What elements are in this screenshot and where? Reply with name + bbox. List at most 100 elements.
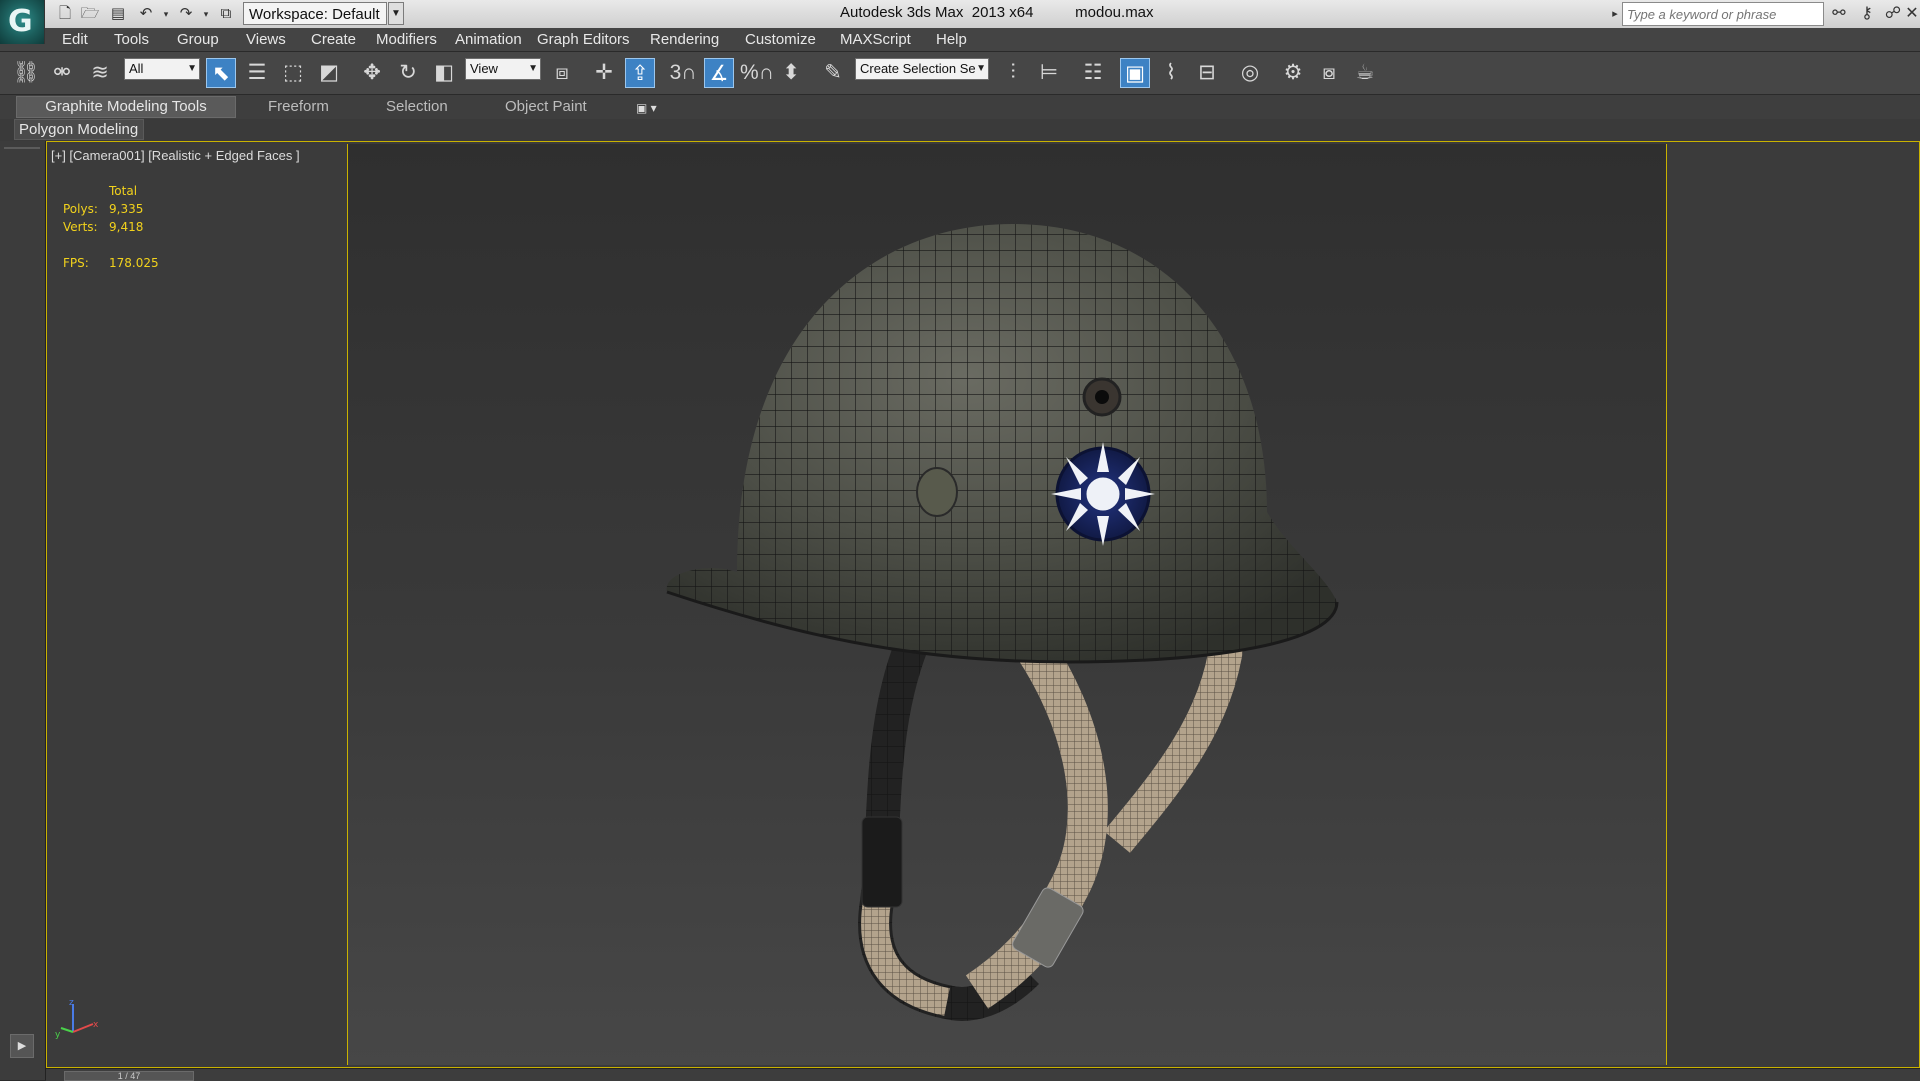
main-toolbar: ⛓ ⚮ ≋ All ▼ ⬉ ☰ ⬚ ◩ ✥ ↻ ◧ View ▼ ⧈ ✛ ⇪ 3∩ …: [0, 52, 1920, 95]
select-and-link-icon[interactable]: ⛓: [11, 58, 41, 88]
stats-fps-label: FPS:: [63, 256, 89, 270]
percent-snap-label: %: [740, 61, 759, 84]
menu-tools[interactable]: Tools: [114, 31, 149, 48]
redo-icon[interactable]: ↷: [176, 4, 196, 24]
undo-dropdown-icon[interactable]: ▾: [156, 4, 176, 24]
ribbon-tabs: Graphite Modeling Tools Freeform Selecti…: [0, 95, 1920, 119]
tab-freeform[interactable]: Freeform: [268, 98, 329, 115]
graphite-toggle-icon[interactable]: ▣: [1120, 58, 1150, 88]
ribbon-options-icon[interactable]: ▣ ▾: [636, 101, 657, 115]
workspace-dropdown[interactable]: Workspace: Default: [243, 2, 387, 25]
file-name: modou.max: [1075, 4, 1154, 21]
app-title: Autodesk 3ds Max 2013 x64: [840, 4, 1034, 21]
menu-graph-editors[interactable]: Graph Editors: [537, 31, 630, 48]
angle-snap-icon[interactable]: ∡: [704, 58, 734, 88]
tab-graphite-modeling-tools[interactable]: Graphite Modeling Tools: [16, 96, 236, 118]
save-icon[interactable]: ▤: [108, 4, 128, 24]
stats-verts-label: Verts:: [63, 220, 98, 234]
menu-edit[interactable]: Edit: [62, 31, 88, 48]
ribbon-panel: Polygon Modeling: [0, 119, 1920, 141]
polygon-modeling-button[interactable]: Polygon Modeling: [14, 119, 144, 140]
pivot-point-center-icon[interactable]: ⧈: [547, 58, 577, 88]
favorites-icon[interactable]: ✕: [1904, 4, 1920, 24]
select-object-icon[interactable]: ⬉: [206, 58, 236, 88]
select-and-scale-icon[interactable]: ◧: [429, 58, 459, 88]
named-selection-dropdown[interactable]: Create Selection Se ▼: [855, 58, 989, 80]
menu-rendering[interactable]: Rendering: [650, 31, 719, 48]
vent-rivet-icon: [916, 467, 958, 517]
strap-buckle-icon: [861, 816, 903, 908]
schematic-view-icon[interactable]: ⊟: [1192, 58, 1222, 88]
select-and-rotate-icon[interactable]: ↻: [393, 58, 423, 88]
workspace-dropdown-arrow-icon[interactable]: ▼: [388, 2, 404, 25]
menu-group[interactable]: Group: [177, 31, 219, 48]
snaps-toggle-icon[interactable]: 3∩: [668, 58, 698, 88]
menu-maxscript[interactable]: MAXScript: [840, 31, 911, 48]
new-file-icon[interactable]: 🗋: [55, 4, 75, 24]
unlink-selection-icon[interactable]: ⚮: [47, 58, 77, 88]
stats-total-label: Total: [109, 184, 138, 198]
material-editor-icon[interactable]: ◎: [1235, 58, 1265, 88]
axis-x-label: x: [93, 1020, 99, 1030]
chevron-down-icon: ▼: [528, 63, 538, 74]
subscription-key-icon[interactable]: ⚷: [1856, 4, 1878, 24]
stats-verts-value: 9,418: [109, 220, 144, 234]
play-icon[interactable]: ▶: [10, 1034, 34, 1058]
menu-bar: Edit Tools Group Views Create Modifiers …: [0, 28, 1920, 52]
binoculars-icon[interactable]: ⚯: [1828, 4, 1850, 24]
time-slider-bar: 1 / 47: [46, 1068, 1920, 1081]
layer-manager-icon[interactable]: ☷: [1078, 58, 1108, 88]
tab-object-paint[interactable]: Object Paint: [505, 98, 587, 115]
project-folder-icon[interactable]: ⧉: [216, 4, 236, 24]
app-logo-icon[interactable]: G: [0, 0, 45, 44]
selection-filter-dropdown[interactable]: All ▼: [124, 58, 200, 80]
left-command-strip: ▶: [0, 141, 46, 1080]
reference-coordinate-dropdown[interactable]: View ▼: [465, 58, 541, 80]
render-setup-icon[interactable]: ⚙: [1278, 58, 1308, 88]
menu-modifiers[interactable]: Modifiers: [376, 31, 437, 48]
search-input[interactable]: [1622, 2, 1824, 26]
rectangular-selection-icon[interactable]: ⬚: [278, 58, 308, 88]
chevron-down-icon: ▼: [976, 63, 986, 74]
camera-viewport[interactable]: [+] [Camera001] [Realistic + Edged Faces…: [46, 141, 1920, 1068]
viewport-label[interactable]: [+] [Camera001] [Realistic + Edged Faces…: [51, 148, 300, 163]
percent-snap-icon[interactable]: %∩: [740, 58, 774, 88]
axis-y-label: y: [55, 1030, 61, 1040]
chevron-down-icon: ▼: [187, 63, 197, 74]
bind-to-space-warp-icon[interactable]: ≋: [85, 58, 115, 88]
edit-named-selection-icon[interactable]: ✎: [818, 58, 848, 88]
curve-editor-icon[interactable]: ⌇: [1156, 58, 1186, 88]
tab-selection[interactable]: Selection: [386, 98, 448, 115]
menu-help[interactable]: Help: [936, 31, 967, 48]
selection-filter-value: All: [129, 61, 144, 76]
menu-views[interactable]: Views: [246, 31, 286, 48]
communication-center-icon[interactable]: ☍: [1882, 4, 1904, 24]
named-selection-value: Create Selection Se: [860, 61, 976, 76]
stats-polys-label: Polys:: [63, 202, 98, 216]
menu-customize[interactable]: Customize: [745, 31, 816, 48]
undo-icon[interactable]: ↶: [136, 4, 156, 24]
spinner-snap-icon[interactable]: ⬍: [776, 58, 806, 88]
rendered-frame-window-icon[interactable]: ⧇: [1314, 58, 1344, 88]
mirror-icon[interactable]: ⫶: [998, 58, 1028, 88]
align-icon[interactable]: ⊨: [1034, 58, 1064, 88]
menu-create[interactable]: Create: [311, 31, 356, 48]
select-by-name-icon[interactable]: ☰: [242, 58, 272, 88]
axis-gizmo-icon: [60, 1004, 94, 1033]
search-expand-icon[interactable]: ▸: [1608, 2, 1622, 26]
window-crossing-icon[interactable]: ◩: [314, 58, 344, 88]
snap-label: 3: [669, 61, 682, 84]
menu-animation[interactable]: Animation: [455, 31, 522, 48]
render-production-icon[interactable]: ☕: [1350, 58, 1380, 88]
strip-divider: [4, 147, 40, 149]
redo-dropdown-icon[interactable]: ▾: [196, 4, 216, 24]
title-bar: G 🗋 🗁 ▤ ↶ ▾ ↷ ▾ ⧉ Workspace: Default ▼ A…: [0, 0, 1920, 44]
stats-polys-value: 9,335: [109, 202, 144, 216]
select-and-manipulate-icon[interactable]: ✛: [589, 58, 619, 88]
helmet-model[interactable]: [647, 202, 1367, 1022]
open-file-icon[interactable]: 🗁: [80, 4, 100, 24]
keyboard-shortcut-override-icon[interactable]: ⇪: [625, 58, 655, 88]
select-and-move-icon[interactable]: ✥: [357, 58, 387, 88]
window-title: Autodesk 3ds Max 2013 x64 modou.max: [840, 4, 1154, 21]
axis-z-label: z: [69, 998, 74, 1008]
